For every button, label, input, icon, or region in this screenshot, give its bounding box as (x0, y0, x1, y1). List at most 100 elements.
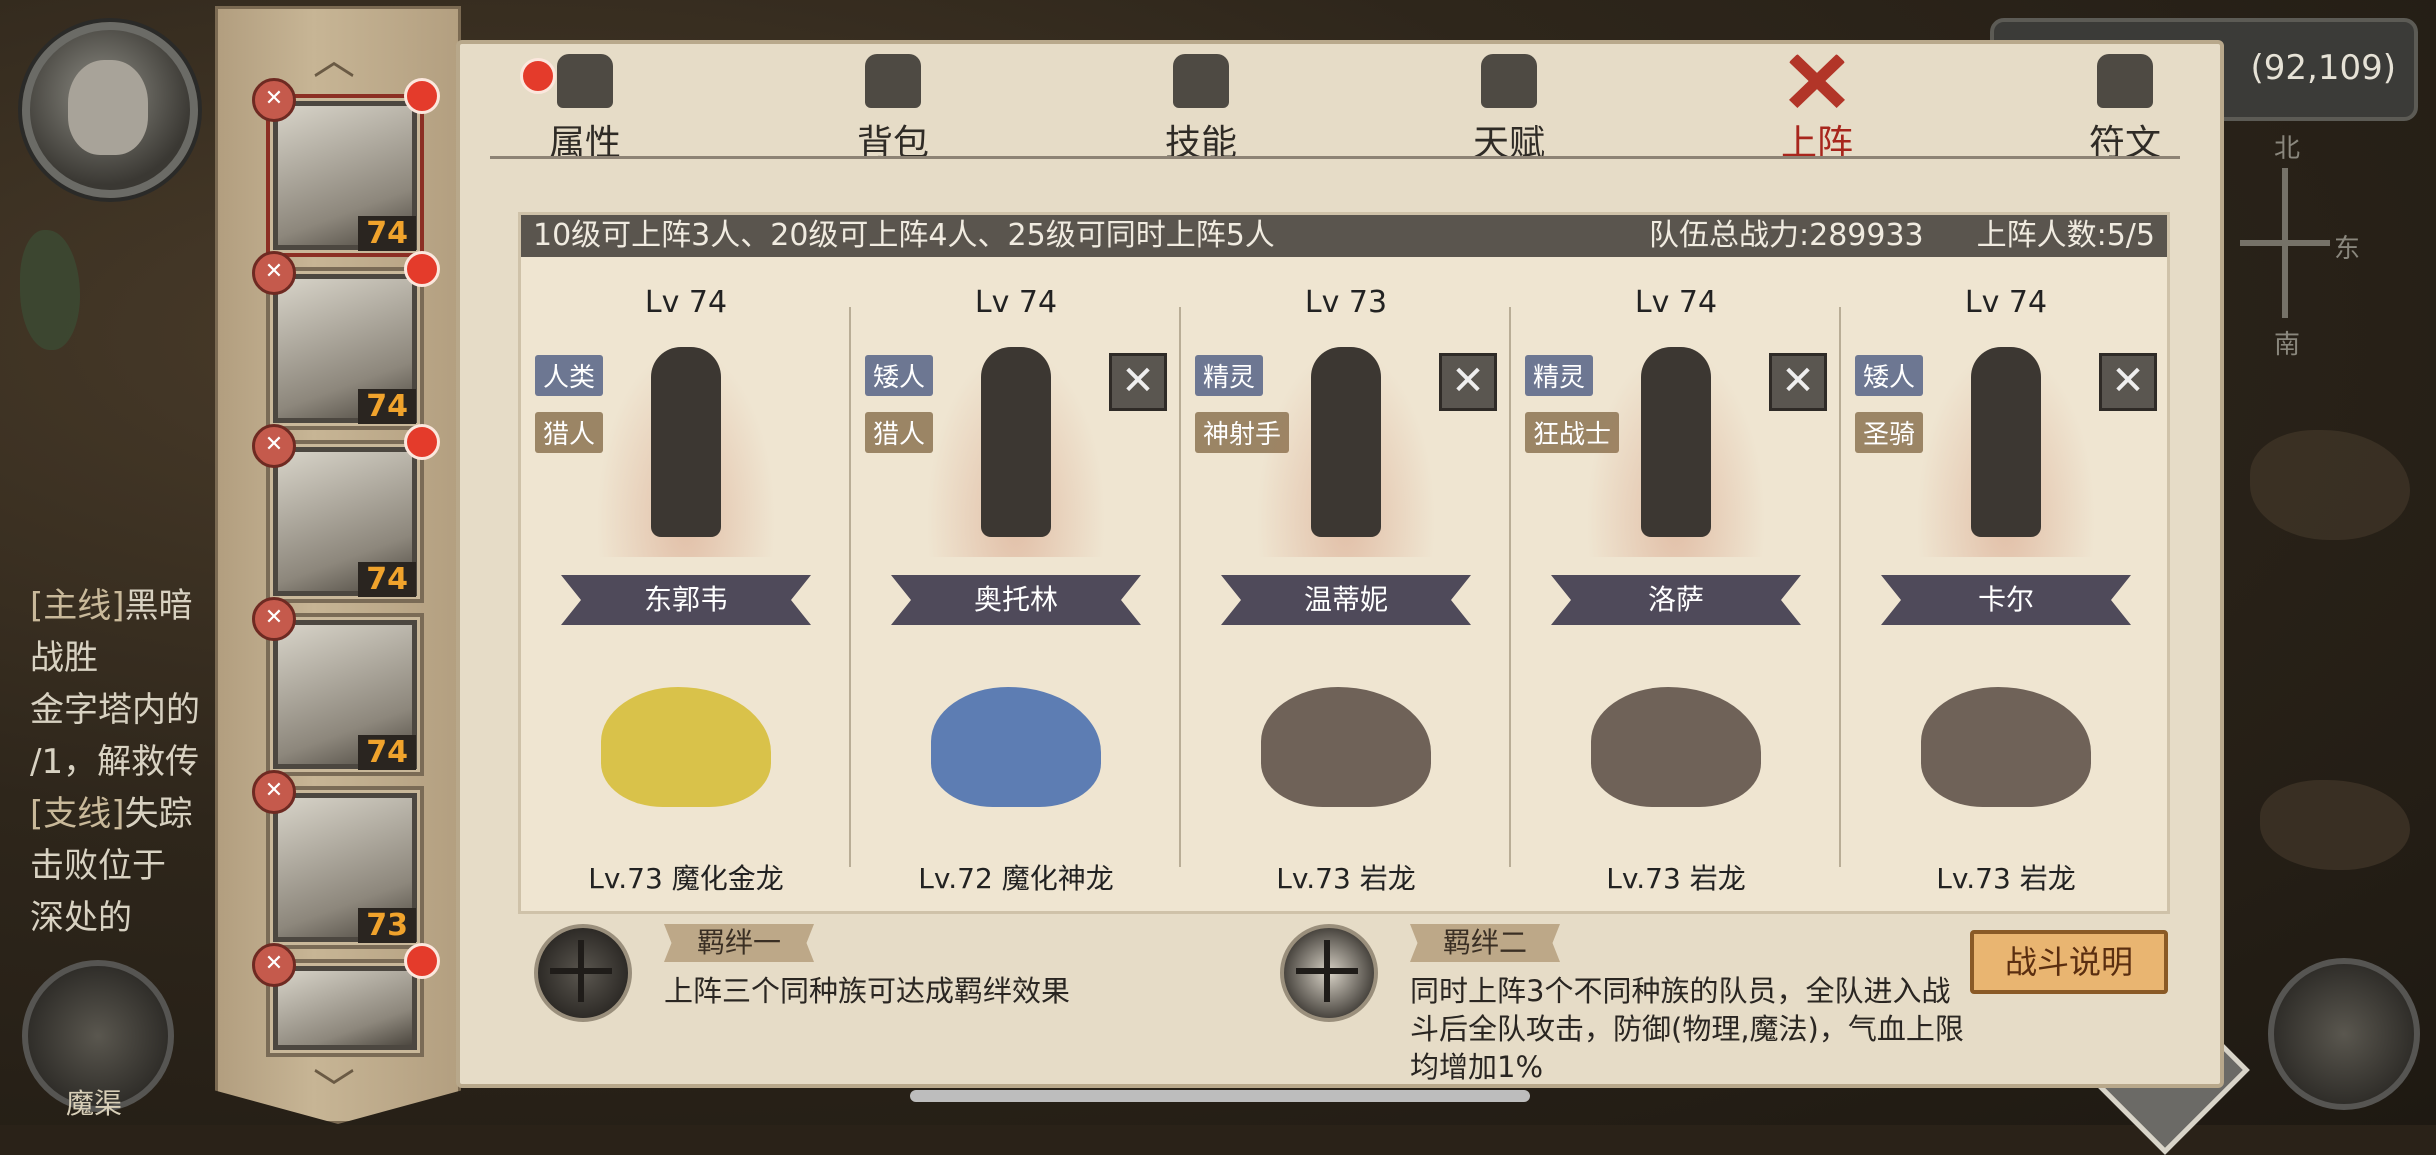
compass-north: 北 (2274, 134, 2301, 164)
hero-card[interactable]: 74 ✕ (252, 424, 440, 603)
pet-label: Lv.73 岩龙 (1276, 862, 1416, 895)
quest-title: 失踪 (124, 794, 193, 834)
bag-icon (865, 54, 921, 108)
notification-dot (404, 251, 440, 287)
tab-deploy[interactable]: 上阵 (1742, 54, 1892, 164)
home-indicator[interactable] (910, 1090, 1530, 1102)
formation-slot[interactable]: Lv 74精灵狂战士✕洛萨Lv.73 岩龙 (1511, 257, 1841, 907)
quest-tracker[interactable]: [主线]黑暗 战胜 金字塔内的 /1，解救传 [支线]失踪 击败位于 深处的 (30, 580, 230, 944)
bond-emblem-icon[interactable] (534, 924, 632, 1022)
player-avatar[interactable] (22, 22, 198, 198)
bond-title: 羁绊二 (1410, 924, 1560, 962)
tab-divider (490, 156, 2180, 159)
pet-figure[interactable] (1571, 657, 1781, 837)
class-badge-icon: ✕ (252, 943, 296, 987)
hero-card[interactable]: 74 ✕ (252, 597, 424, 776)
tab-skills[interactable]: 技能 (1126, 54, 1276, 164)
quest-title: 黑暗 (124, 586, 193, 626)
tab-inventory[interactable]: 背包 (818, 54, 968, 164)
hero-level: 74 (358, 735, 416, 770)
hero-level: Lv 74 (1964, 285, 2048, 320)
scroll-down-icon[interactable]: ﹀ (313, 1069, 355, 1111)
quest-line: /1，解救传 (30, 742, 200, 782)
hero-name: 洛萨 (1551, 575, 1801, 625)
formation-info-bar: 10级可上阵3人、20级可上阵4人、25级可同时上阵5人 队伍总战力:28993… (521, 215, 2167, 257)
hero-name: 东郭韦 (561, 575, 811, 625)
class-badge-icon: ✕ (252, 251, 296, 295)
pet-label: Lv.73 魔化金龙 (588, 862, 784, 895)
pet-figure[interactable] (1901, 657, 2111, 837)
rune-icon (2097, 54, 2153, 108)
class-badge-icon: ✕ (252, 770, 296, 814)
pet-label: Lv.73 岩龙 (1606, 862, 1746, 895)
hero-card[interactable]: ✕ (252, 943, 440, 1057)
pet-figure[interactable] (911, 657, 1121, 837)
hero-figure[interactable] (581, 317, 791, 557)
deploy-rule-text: 10级可上阵3人、20级可上阵4人、25级可同时上阵5人 (533, 218, 1275, 253)
class-badge-icon: ✕ (252, 597, 296, 641)
hero-card[interactable]: 73 ✕ (252, 770, 424, 949)
notification-dot (404, 943, 440, 979)
hero-list[interactable]: ︿ 74 ✕ 74 ✕ 74 ✕ 74 ✕ 73 ✕ ✕ ﹀ (215, 6, 461, 1124)
hero-figure[interactable] (911, 317, 1121, 557)
bond-title: 羁绊一 (664, 924, 814, 962)
battle-info-button[interactable]: 战斗说明 (1970, 930, 2168, 994)
class-badge-icon: ✕ (252, 424, 296, 468)
home-button[interactable] (2268, 958, 2420, 1110)
crossed-swords-icon (1789, 54, 1845, 108)
pet-figure[interactable] (581, 657, 791, 837)
pet-label: Lv.73 岩龙 (1936, 862, 2076, 895)
formation-board: 10级可上阵3人、20级可上阵4人、25级可同时上阵5人 队伍总战力:28993… (518, 212, 2170, 914)
hero-level: Lv 74 (644, 285, 728, 320)
quest-line: 战胜 (30, 638, 98, 678)
notification-dot (404, 78, 440, 114)
notification-dot (404, 424, 440, 460)
compass-star-icon (2240, 168, 2330, 318)
quest-line: 击败位于 (30, 846, 166, 886)
round-button-label: 魔渠 (66, 1087, 123, 1120)
scroll-up-icon[interactable]: ︿ (313, 39, 355, 81)
hero-card[interactable]: 74 ✕ (252, 78, 440, 257)
cactus (20, 230, 80, 350)
hero-name: 温蒂妮 (1221, 575, 1471, 625)
hero-level: Lv 73 (1304, 285, 1388, 320)
hero-figure[interactable] (1241, 317, 1451, 557)
deploy-count: 上阵人数:5/5 (1976, 218, 2155, 253)
hero-level: Lv 74 (1634, 285, 1718, 320)
hero-level: 74 (358, 562, 416, 597)
quest-tag: [支线] (30, 794, 125, 834)
class-badge-icon: ✕ (252, 78, 296, 122)
formation-slot[interactable]: Lv 74 矮人 圣骑 ✕ 卡尔 Lv.73 岩龙 (1841, 257, 2171, 907)
tab-talents[interactable]: 天赋 (1434, 54, 1584, 164)
compass-east: 东 (2334, 234, 2361, 264)
hero-detail-panel: 属性 背包 技能 天赋 上阵 符文 10级可上阵3人、20级可上阵4人、25级可… (456, 40, 2224, 1088)
tab-runes[interactable]: 符文 (2050, 54, 2200, 164)
pet-figure[interactable] (1241, 657, 1451, 837)
notification-dot (520, 58, 556, 94)
map-rock (2260, 780, 2410, 870)
hero-portrait (278, 971, 412, 1045)
hero-name: 奥托林 (891, 575, 1141, 625)
quest-side[interactable]: [支线]失踪 (30, 788, 230, 840)
formation-slot[interactable]: Lv 74 矮人 猎人 ✕ 奥托林 Lv.72 魔化神龙 (851, 257, 1181, 907)
hero-card[interactable]: 74 ✕ (252, 251, 440, 430)
hero-figure[interactable] (1901, 317, 2111, 557)
eye-icon (1481, 54, 1537, 108)
bond-emblem-icon[interactable] (1280, 924, 1378, 1022)
formation-slot[interactable]: Lv 73精灵神射手✕温蒂妮Lv.73 岩龙 (1181, 257, 1511, 907)
hero-figure[interactable] (1571, 317, 1781, 557)
fire-icon (557, 54, 613, 108)
hero-level: 74 (358, 216, 416, 251)
tab-attributes[interactable]: 属性 (510, 54, 660, 164)
hero-level: 74 (358, 389, 416, 424)
formation-slot[interactable]: Lv 74 人类 猎人 东郭韦 Lv.73 魔化金龙 (521, 257, 851, 907)
compass: 北 东 南 (2210, 128, 2361, 360)
quest-tag: [主线] (30, 586, 125, 626)
team-power: 队伍总战力:289933 (1649, 218, 1924, 253)
quest-main[interactable]: [主线]黑暗 (30, 580, 230, 632)
bond-description: 同时上阵3个不同种族的队员，全队进入战斗后全队攻击，防御(物理,魔法)，气血上限… (1410, 974, 1964, 1084)
compass-south: 南 (2274, 330, 2301, 360)
hero-name: 卡尔 (1881, 575, 2131, 625)
hero-level: Lv 74 (974, 285, 1058, 320)
bond-description: 上阵三个同种族可达成羁绊效果 (664, 974, 1071, 1008)
